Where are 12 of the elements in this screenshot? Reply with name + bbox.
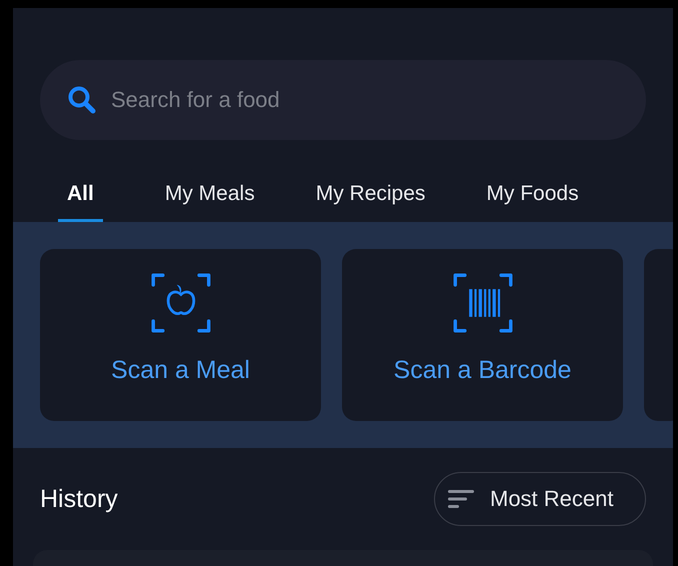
scan-card[interactable]: Scan a Barcode (342, 249, 623, 421)
search-field[interactable]: Search for a food (40, 60, 646, 140)
tab[interactable]: My Foods (477, 158, 609, 222)
barcode-scan-icon (450, 271, 514, 335)
scan-card[interactable] (644, 249, 673, 421)
sort-button[interactable]: Most Recent (434, 472, 646, 526)
tab[interactable]: My Meals (156, 158, 285, 222)
scan-card[interactable]: Scan a Meal (40, 249, 321, 421)
section-title: History (40, 484, 118, 514)
tab[interactable]: My Recipes (306, 158, 456, 222)
sort-icon (448, 489, 476, 509)
apple-scan-icon (148, 271, 212, 335)
